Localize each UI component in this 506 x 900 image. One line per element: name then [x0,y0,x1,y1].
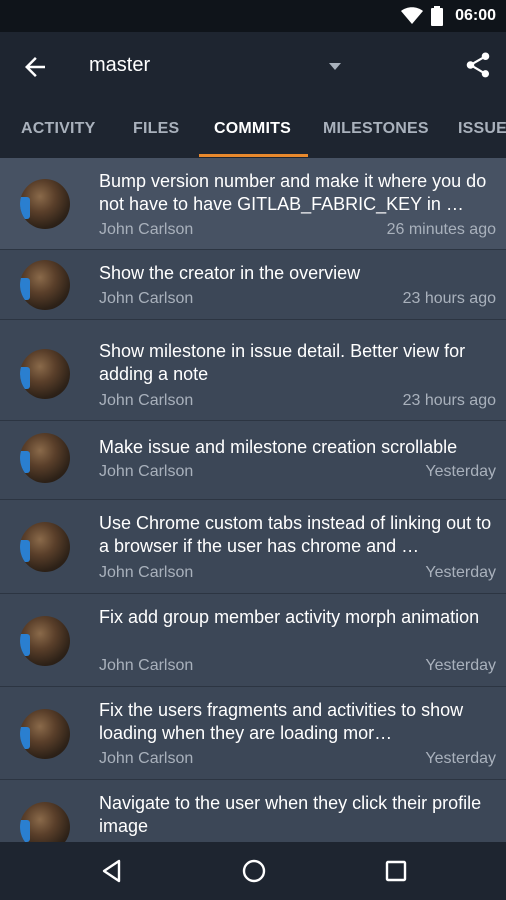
commit-author: John Carlson [99,392,194,409]
avatar[interactable] [20,260,70,310]
tab-bar: ACTIVITY FILES COMMITS MILESTONES ISSUES [0,100,506,158]
commit-title: Use Chrome custom tabs instead of linkin… [99,513,492,556]
wifi-icon [401,7,424,24]
commit-author: John Carlson [99,290,194,307]
list-item[interactable]: Show the creator in the overview John Ca… [0,250,506,320]
commit-time: 23 hours ago [402,392,496,409]
status-bar: 06:00 [0,0,506,32]
tab-active-indicator [199,154,308,157]
back-arrow-icon[interactable] [20,52,50,82]
system-nav-bar [0,842,506,900]
avatar[interactable] [20,433,70,483]
list-item[interactable]: Use Chrome custom tabs instead of linkin… [0,500,506,594]
share-icon[interactable] [463,50,493,80]
nav-home-icon[interactable] [239,856,269,886]
list-item[interactable]: Navigate to the user when they click the… [0,780,506,842]
status-time: 06:00 [455,7,496,24]
list-item[interactable]: Make issue and milestone creation scroll… [0,421,506,500]
list-item[interactable]: Show milestone in issue detail. Better v… [0,320,506,421]
commit-author: John Carlson [99,750,194,767]
list-item[interactable]: Bump version number and make it where yo… [0,158,506,250]
avatar[interactable] [20,616,70,666]
commit-author: John Carlson [99,564,194,581]
commit-time: Yesterday [425,463,496,480]
avatar[interactable] [20,179,70,229]
commit-title: Navigate to the user when they click the… [99,793,482,836]
branch-selector-label[interactable]: master [89,54,150,77]
commit-title: Fix the users fragments and activities t… [99,700,464,743]
nav-back-icon[interactable] [97,856,127,886]
list-item[interactable]: Fix add group member activity morph anim… [0,594,506,687]
tab-files[interactable]: FILES [133,100,179,158]
avatar[interactable] [20,709,70,759]
avatar[interactable] [20,802,70,842]
app-bar: master [0,32,506,100]
commit-time: Yesterday [425,657,496,674]
battery-icon [431,6,444,26]
nav-recents-icon[interactable] [381,856,411,886]
avatar[interactable] [20,349,70,399]
tab-issues[interactable]: ISSUES [458,100,506,158]
tab-milestones[interactable]: MILESTONES [323,100,429,158]
list-item[interactable]: Fix the users fragments and activities t… [0,687,506,780]
commit-title: Fix add group member activity morph anim… [99,607,480,627]
commit-title: Make issue and milestone creation scroll… [99,437,458,457]
tab-activity[interactable]: ACTIVITY [21,100,96,158]
commit-author: John Carlson [99,463,194,480]
commit-time: Yesterday [425,564,496,581]
commit-time: 23 hours ago [402,290,496,307]
commit-list: Bump version number and make it where yo… [0,158,506,842]
dropdown-icon[interactable] [327,60,343,72]
commit-author: John Carlson [99,221,194,238]
commit-title: Show the creator in the overview [99,263,361,283]
commit-time: Yesterday [425,750,496,767]
avatar[interactable] [20,522,70,572]
tab-commits[interactable]: COMMITS [214,100,291,158]
commit-time: 26 minutes ago [386,221,496,238]
commit-title: Show milestone in issue detail. Better v… [99,341,466,384]
commit-title: Bump version number and make it where yo… [99,171,487,214]
commit-author: John Carlson [99,657,194,674]
